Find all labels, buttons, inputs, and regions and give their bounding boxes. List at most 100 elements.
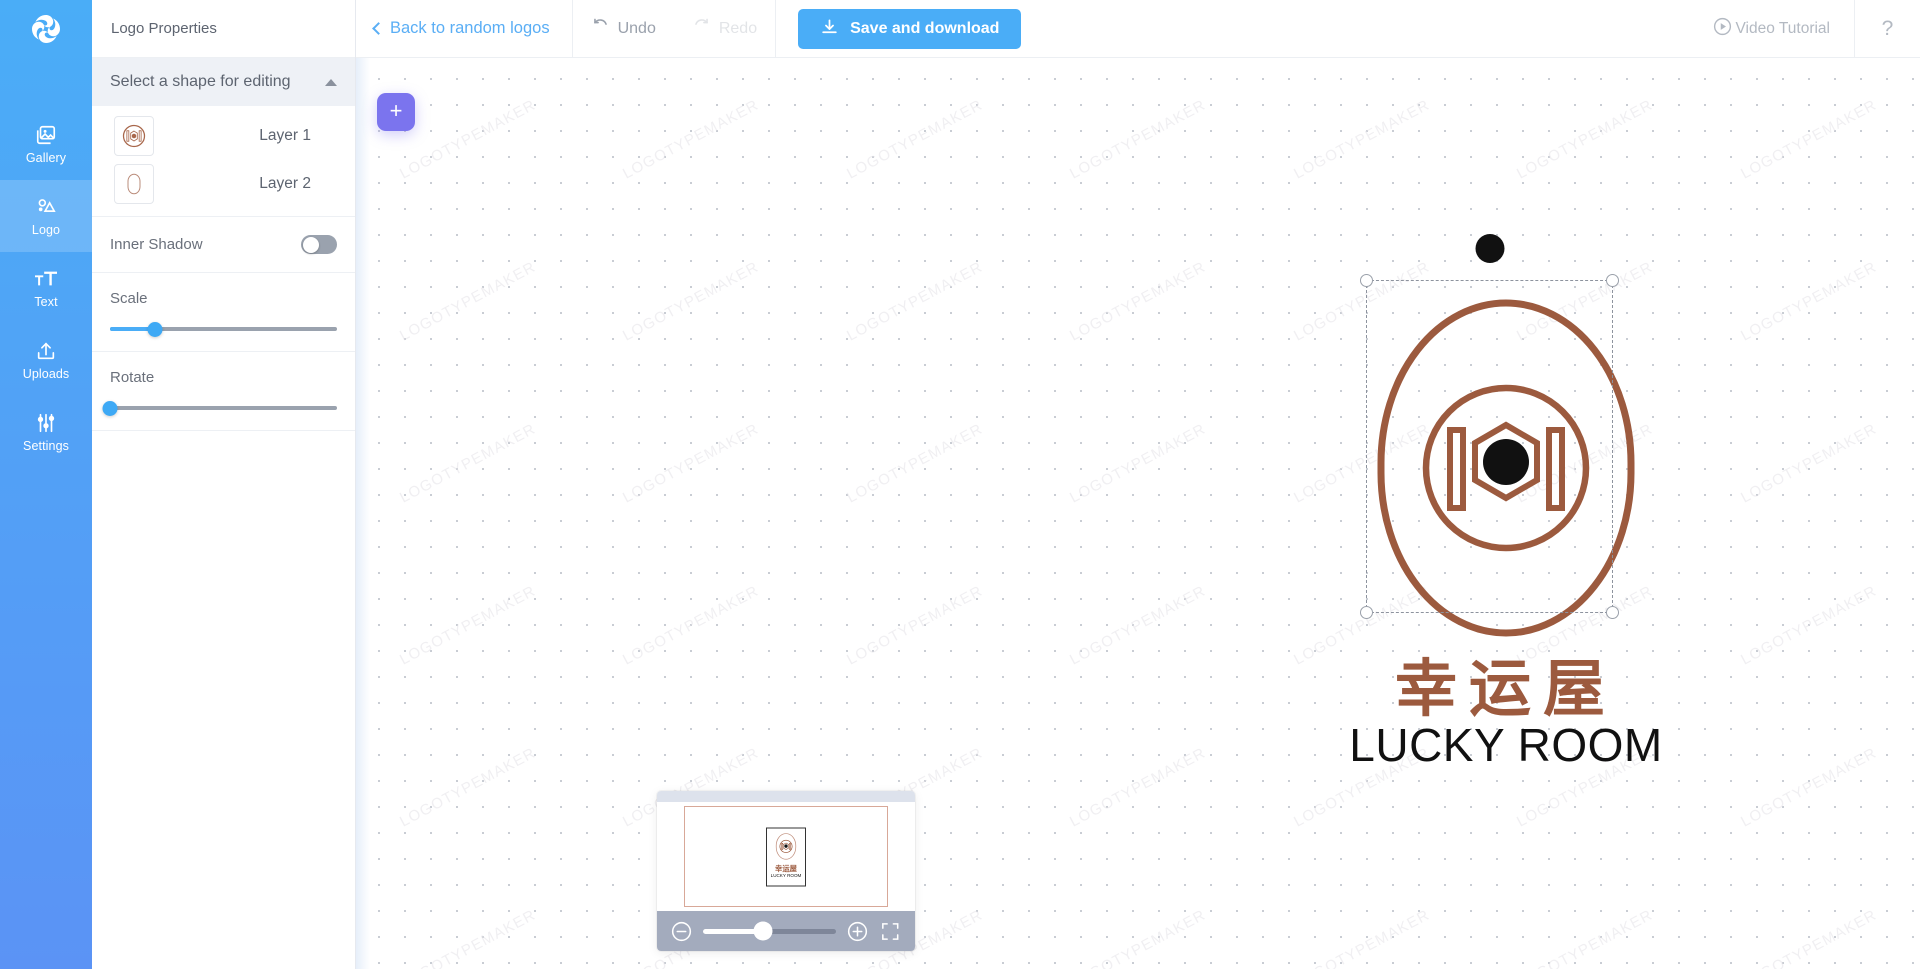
resize-handle-bottom-left[interactable] [1360, 606, 1373, 619]
watermark-text: LOGOTYPEMAKER [620, 95, 762, 183]
logo-latin-text: LUCKY ROOM [1349, 719, 1662, 771]
save-and-download-button[interactable]: Save and download [798, 8, 1022, 49]
chevron-left-icon [372, 21, 385, 35]
brand-logo[interactable] [0, 0, 92, 58]
help-label: ? [1881, 16, 1894, 40]
rotate-slider[interactable] [102, 386, 337, 430]
watermark-text: LOGOTYPEMAKER [396, 905, 539, 969]
sliders-icon [35, 411, 57, 435]
selection-box[interactable] [1360, 234, 1619, 619]
navigator-selection-frame[interactable]: 幸运屋 LUCKY ROOM [766, 827, 806, 886]
layer-item-1[interactable]: Layer 1 [92, 112, 355, 160]
layer-item-2[interactable]: Layer 2 [92, 160, 355, 208]
sidebar-item-text[interactable]: Text [0, 252, 92, 324]
upload-arrow-icon [35, 339, 57, 363]
watermark-text: LOGOTYPEMAKER [620, 257, 762, 345]
save-label: Save and download [850, 19, 1000, 37]
panel-title: Logo Properties [92, 0, 355, 58]
download-icon [820, 18, 839, 40]
rotate-slider-knob[interactable] [102, 400, 118, 416]
sidebar-item-label: Gallery [25, 151, 67, 166]
canvas-left-edge-shadow [356, 58, 370, 969]
sidebar-item-gallery[interactable]: Gallery [0, 108, 92, 180]
watermark-text: LOGOTYPEMAKER [1290, 905, 1433, 969]
svg-text:LUCKY ROOM: LUCKY ROOM [771, 873, 802, 878]
inner-shadow-toggle[interactable] [301, 235, 337, 254]
watermark-text: LOGOTYPEMAKER [843, 419, 986, 507]
zoom-out-icon[interactable] [670, 920, 693, 943]
watermark-text: LOGOTYPEMAKER [843, 95, 986, 183]
back-to-random-logos-button[interactable]: Back to random logos [356, 0, 573, 58]
logo-properties-panel: Logo Properties Select a shape for editi… [92, 0, 356, 969]
plus-icon: + [389, 98, 403, 123]
watermark-text: LOGOTYPEMAKER [1067, 257, 1209, 345]
text-tool-icon [34, 267, 58, 291]
sidebar-item-label: Uploads [22, 367, 70, 382]
watermark-text: LOGOTYPEMAKER [1067, 95, 1209, 183]
navigator-zoom-knob[interactable] [753, 921, 773, 941]
resize-handle-bottom-right[interactable] [1606, 606, 1619, 619]
add-element-button[interactable]: + [377, 93, 415, 131]
watermark-text: LOGOTYPEMAKER [396, 95, 539, 183]
navigator-zoom-slider[interactable] [703, 921, 836, 941]
watermark-text: LOGOTYPEMAKER [396, 419, 539, 507]
scale-slider[interactable] [110, 307, 337, 351]
navigator-titlebar [657, 791, 915, 802]
watermark-text: LOGOTYPEMAKER [1513, 905, 1656, 969]
sidebar-item-uploads[interactable]: Uploads [0, 324, 92, 396]
scale-control: Scale [92, 273, 355, 352]
resize-handle-top-right[interactable] [1606, 274, 1619, 287]
redo-label: Redo [718, 19, 758, 37]
shape-select-label: Select a shape for editing [110, 73, 291, 90]
navigator-logo-thumb: 幸运屋 LUCKY ROOM [771, 833, 802, 878]
redo-arrow-icon [692, 17, 711, 41]
watermark-text: LOGOTYPEMAKER [1067, 905, 1209, 969]
play-circle-icon [1712, 16, 1733, 42]
sidebar-item-logo[interactable]: Logo [0, 180, 92, 252]
navigator-preview[interactable]: 幸运屋 LUCKY ROOM [657, 802, 915, 911]
watermark-text: LOGOTYPEMAKER [620, 419, 762, 507]
layer-list: Layer 1 Layer 2 [92, 106, 355, 217]
help-button[interactable]: ? [1854, 0, 1920, 58]
undo-arrow-icon [591, 17, 610, 41]
app-root: Gallery Logo Text Uploads Settings Logo … [0, 0, 1920, 969]
top-toolbar: Back to random logos Undo Redo Save and … [356, 0, 1920, 58]
layer-name: Layer 1 [259, 127, 311, 144]
redo-button: Redo [674, 0, 775, 58]
video-tutorial-label: Video Tutorial [1735, 19, 1831, 37]
video-tutorial-button[interactable]: Video Tutorial [1688, 0, 1855, 58]
undo-button[interactable]: Undo [573, 0, 674, 58]
rotate-slider-track [110, 406, 337, 410]
inner-shadow-row: Inner Shadow [92, 217, 355, 273]
sidebar-item-settings[interactable]: Settings [0, 396, 92, 468]
watermark-text: LOGOTYPEMAKER [1067, 743, 1209, 831]
watermark-text: LOGOTYPEMAKER [843, 257, 986, 345]
scale-label: Scale [110, 290, 148, 307]
layer-name: Layer 2 [259, 175, 311, 192]
gallery-image-icon [35, 123, 57, 147]
scale-slider-knob[interactable] [147, 321, 163, 337]
zoom-in-icon[interactable] [846, 920, 869, 943]
shape-select-dropdown[interactable]: Select a shape for editing [92, 58, 355, 106]
design-canvas[interactable]: LOGOTYPEMAKER LOGOTYPEMAKER LOGOTYPEMAKER L… [356, 58, 1920, 969]
resize-handle-top-left[interactable] [1360, 274, 1373, 287]
watermark-text: LOGOTYPEMAKER [1067, 419, 1209, 507]
watermark-text: LOGOTYPEMAKER [396, 743, 539, 831]
canvas-navigator: 幸运屋 LUCKY ROOM [657, 791, 915, 951]
sidebar-item-label: Settings [23, 439, 69, 454]
back-label: Back to random logos [390, 19, 550, 37]
undo-label: Undo [617, 19, 656, 37]
rail-item-list: Gallery Logo Text Uploads Settings [0, 108, 92, 468]
rotate-handle[interactable] [1475, 234, 1504, 263]
watermark-text: LOGOTYPEMAKER [620, 581, 762, 669]
swirl-logo-icon [32, 15, 61, 43]
left-nav-rail: Gallery Logo Text Uploads Settings [0, 0, 92, 969]
caret-up-icon [325, 78, 337, 86]
fit-to-screen-icon[interactable] [879, 920, 902, 943]
inner-shadow-label: Inner Shadow [110, 236, 203, 253]
circle-emblem-thumb [114, 116, 154, 156]
toggle-knob [302, 236, 319, 253]
rotate-label: Rotate [110, 369, 155, 386]
watermark-text: LOGOTYPEMAKER [1737, 905, 1880, 969]
watermark-text: LOGOTYPEMAKER [843, 581, 986, 669]
